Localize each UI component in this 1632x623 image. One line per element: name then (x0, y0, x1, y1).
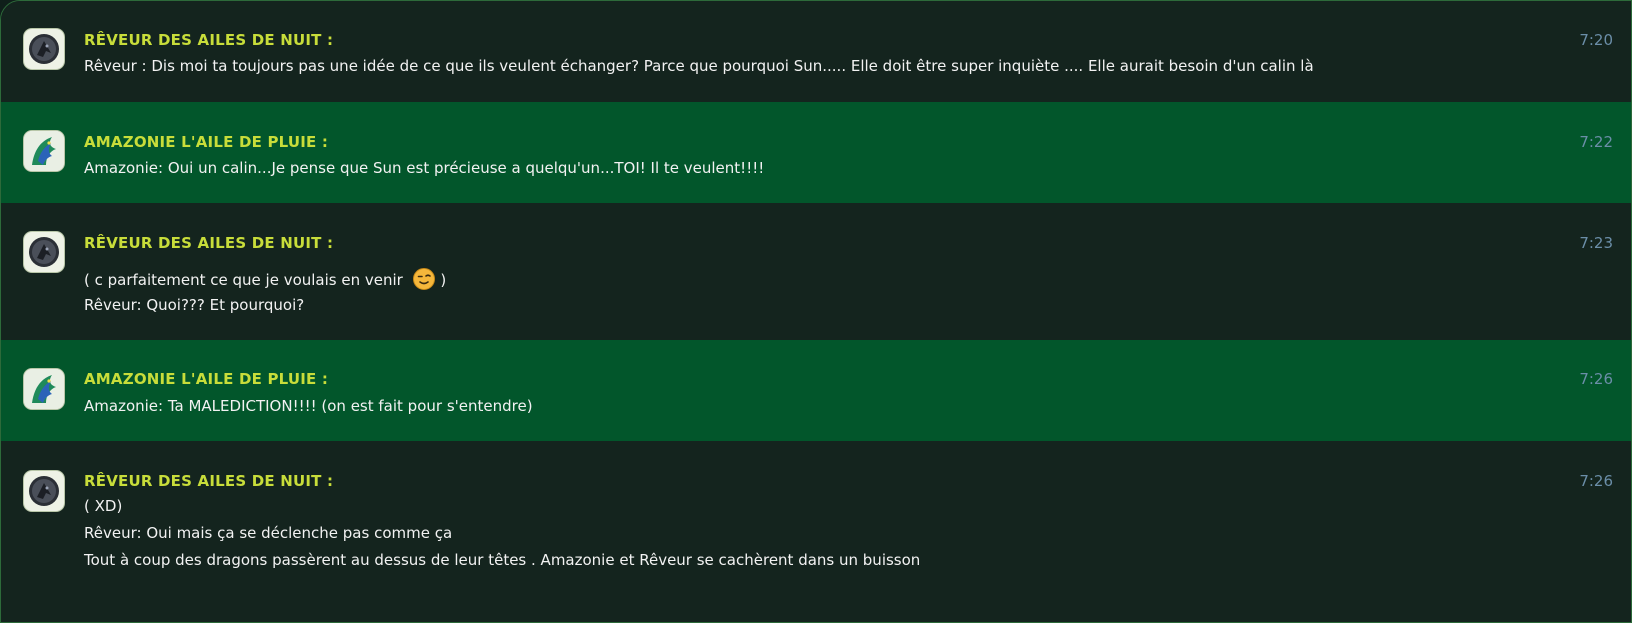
message-author[interactable]: AMAZONIE L'AILE DE PLUIE : (84, 133, 328, 151)
chat-message: AMAZONIE L'AILE DE PLUIE : 7:26 Amazonie… (1, 340, 1631, 441)
message-text: Rêveur: Oui mais ça se déclenche pas com… (84, 524, 453, 542)
chat-message: RÊVEUR DES AILES DE NUIT : 7:23 ( c parf… (1, 203, 1631, 340)
message-time: 7:20 (1579, 31, 1613, 49)
message-text: Rêveur: Quoi??? Et pourquoi? (84, 296, 305, 314)
chat-log: RÊVEUR DES AILES DE NUIT : 7:20 Rêveur :… (0, 0, 1632, 623)
message-time: 7:26 (1579, 472, 1613, 490)
message-text: Amazonie: Oui un calin...Je pense que Su… (84, 159, 765, 177)
message-author[interactable]: RÊVEUR DES AILES DE NUIT : (84, 31, 333, 49)
message-author[interactable]: RÊVEUR DES AILES DE NUIT : (84, 234, 333, 252)
message-text-with-emoji: ( c parfaitement ce que je voulais en ve… (84, 267, 446, 295)
message-text: Tout à coup des dragons passèrent au des… (84, 551, 921, 569)
chat-message: RÊVEUR DES AILES DE NUIT : 7:26 ( XD) Rê… (1, 441, 1631, 622)
message-text: ) (440, 271, 447, 289)
rainwing-dragon-avatar-icon[interactable] (24, 131, 64, 171)
chat-message: RÊVEUR DES AILES DE NUIT : 7:20 Rêveur :… (1, 1, 1631, 102)
dark-dragon-avatar-icon[interactable] (24, 29, 64, 69)
message-text: ( XD) (84, 497, 123, 515)
message-time: 7:22 (1579, 133, 1613, 151)
message-text: Amazonie: Ta MALEDICTION!!!! (on est fai… (84, 397, 533, 415)
winking-smiley-icon (412, 267, 436, 295)
chat-message: AMAZONIE L'AILE DE PLUIE : 7:22 Amazonie… (1, 102, 1631, 203)
rainwing-dragon-avatar-icon[interactable] (24, 369, 64, 409)
dark-dragon-avatar-icon[interactable] (24, 232, 64, 272)
message-text: Rêveur : Dis moi ta toujours pas une idé… (84, 57, 1314, 75)
dark-dragon-avatar-icon[interactable] (24, 471, 64, 511)
message-author[interactable]: AMAZONIE L'AILE DE PLUIE : (84, 370, 328, 388)
message-text: ( c parfaitement ce que je voulais en ve… (84, 271, 403, 289)
message-author[interactable]: RÊVEUR DES AILES DE NUIT : (84, 472, 333, 490)
message-time: 7:26 (1579, 370, 1613, 388)
message-time: 7:23 (1579, 234, 1613, 252)
